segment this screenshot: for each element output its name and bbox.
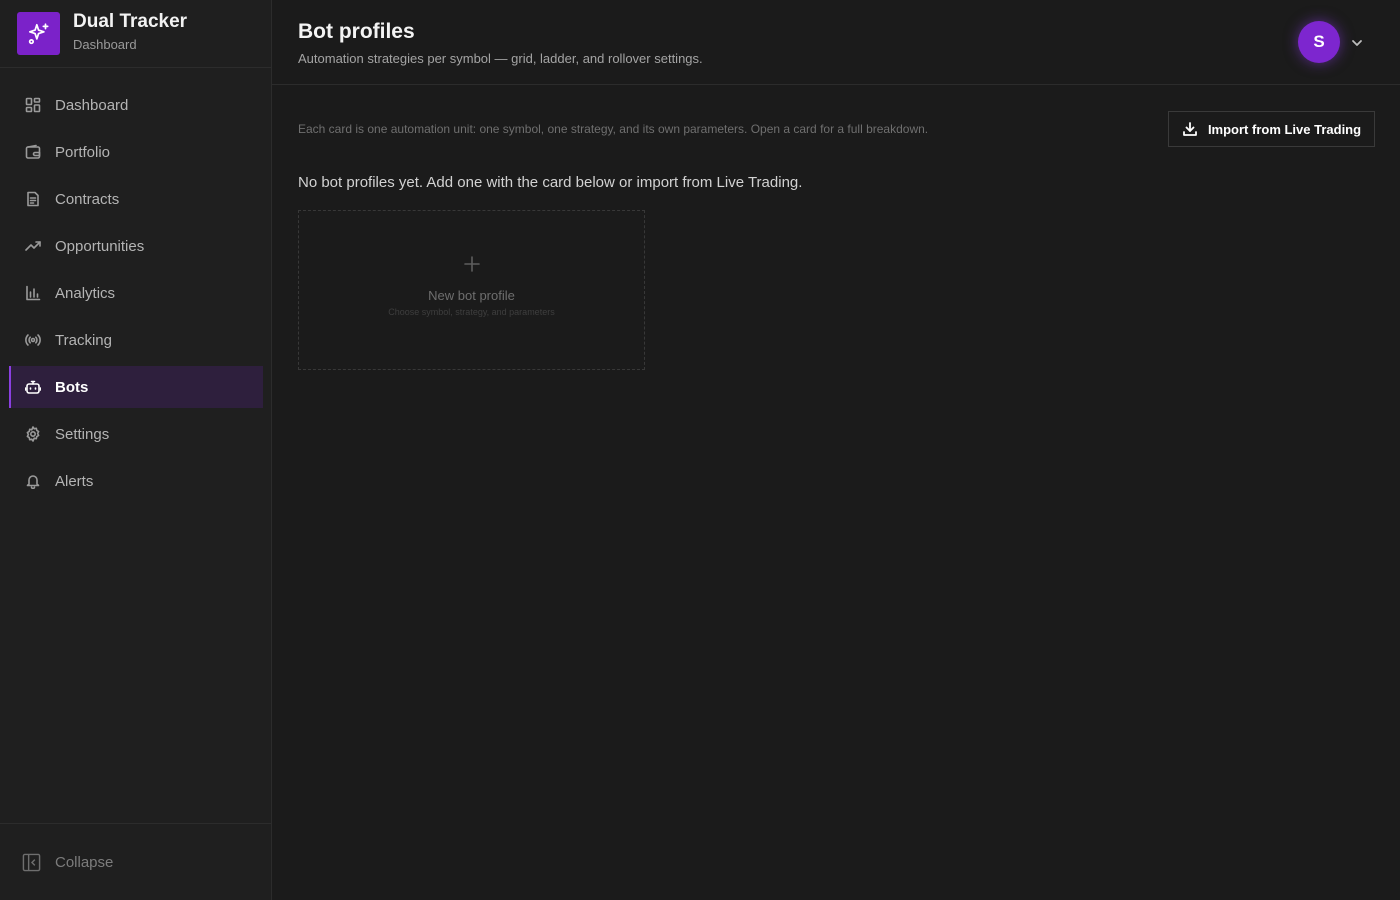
sidebar-item-alerts[interactable]: Alerts	[9, 460, 263, 502]
sidebar-item-portfolio[interactable]: Portfolio	[9, 131, 263, 173]
sidebar-item-label: Analytics	[55, 284, 116, 302]
sidebar-item-label: Contracts	[55, 190, 120, 208]
download-icon	[1183, 122, 1197, 136]
sidebar-item-contracts[interactable]: Contracts	[9, 178, 263, 220]
plus-icon	[463, 255, 481, 273]
sidebar-item-bots[interactable]: Bots	[9, 366, 263, 408]
sparkles-icon	[17, 12, 60, 55]
sidebar-item-label: Portfolio	[55, 143, 111, 161]
page-title: Bot profiles	[298, 20, 415, 43]
avatar-initial: S	[1313, 32, 1325, 51]
sidebar-item-label: Alerts	[55, 472, 94, 490]
page-subtitle: Automation strategies per symbol — grid,…	[298, 51, 703, 66]
new-card-hint: Choose symbol, strategy, and parameters	[388, 307, 555, 317]
trending-up-icon	[25, 238, 41, 254]
sidebar: Dual Tracker Dashboard Dashboard Portfol…	[0, 0, 272, 900]
main-content: Bot profiles Automation strategies per s…	[272, 0, 1400, 900]
sidebar-item-dashboard[interactable]: Dashboard	[9, 84, 263, 126]
sidebar-item-label: Bots	[55, 378, 89, 396]
brand-header: Dual Tracker Dashboard	[0, 0, 271, 68]
sidebar-item-label: Settings	[55, 425, 110, 443]
document-icon	[25, 191, 41, 207]
wallet-icon	[25, 144, 41, 160]
sidebar-item-label: Tracking	[55, 331, 112, 349]
bot-icon	[25, 379, 41, 395]
bar-chart-icon	[25, 285, 41, 301]
sidebar-item-label: Opportunities	[55, 237, 145, 255]
gear-icon	[25, 426, 41, 442]
import-from-live-trading-button[interactable]: Import from Live Trading	[1168, 111, 1375, 147]
sidebar-item-analytics[interactable]: Analytics	[9, 272, 263, 314]
radio-signal-icon	[25, 332, 41, 348]
app-root: Dual Tracker Dashboard Dashboard Portfol…	[0, 0, 1400, 900]
app-subtitle: Dashboard	[73, 37, 137, 52]
collapse-button[interactable]: Collapse	[0, 823, 271, 900]
new-card-title: New bot profile	[428, 288, 515, 303]
sidebar-item-opportunities[interactable]: Opportunities	[9, 225, 263, 267]
chevron-down-icon[interactable]	[1350, 36, 1364, 50]
new-bot-profile-card[interactable]: New bot profile Choose symbol, strategy,…	[298, 210, 645, 370]
sidebar-item-settings[interactable]: Settings	[9, 413, 263, 455]
bell-icon	[25, 473, 41, 489]
sidebar-collapse-icon	[22, 853, 41, 871]
empty-state-message: No bot profiles yet. Add one with the ca…	[298, 174, 803, 191]
grid-icon	[25, 97, 41, 113]
section-description: Each card is one automation unit: one sy…	[298, 122, 929, 136]
page-header: Bot profiles Automation strategies per s…	[272, 0, 1400, 85]
import-button-label: Import from Live Trading	[1207, 121, 1362, 137]
app-title: Dual Tracker	[73, 11, 188, 32]
sidebar-item-tracking[interactable]: Tracking	[9, 319, 263, 361]
sidebar-item-label: Dashboard	[55, 96, 129, 114]
collapse-label: Collapse	[55, 853, 114, 871]
sidebar-nav: Dashboard Portfolio Contracts Opportunit…	[0, 68, 271, 507]
avatar[interactable]: S	[1298, 21, 1340, 63]
